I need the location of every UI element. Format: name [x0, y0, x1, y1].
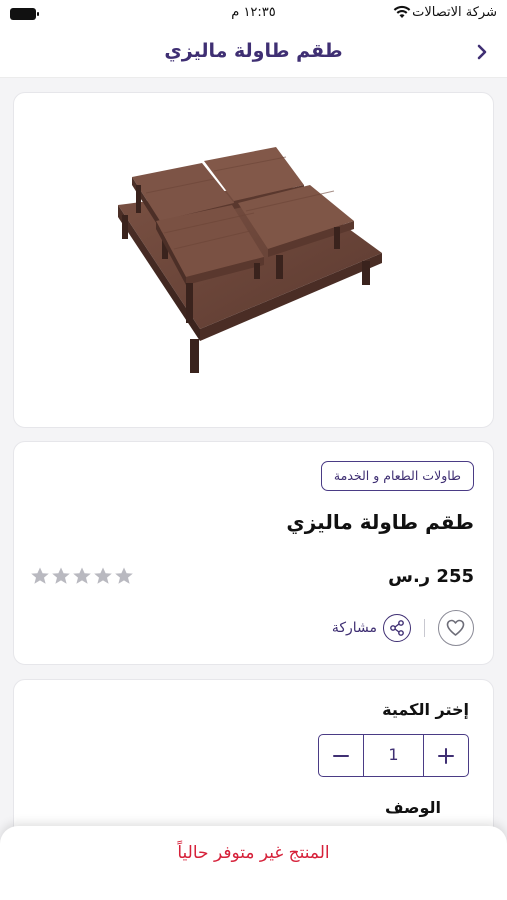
star-icon [115, 567, 133, 584]
share-icon [383, 614, 411, 642]
quantity-value[interactable]: 1 [363, 735, 424, 776]
action-divider [424, 619, 425, 637]
unavailable-message: المنتج غير متوفر حالياً [177, 843, 330, 863]
availability-bar: المنتج غير متوفر حالياً [0, 826, 507, 900]
decrement-button[interactable] [319, 735, 363, 776]
product-price: 255 ر.س [388, 566, 474, 587]
star-icon [31, 567, 49, 584]
share-label: مشاركة [331, 620, 377, 636]
status-time: ١٢:٣٥ م [231, 5, 276, 20]
share-button[interactable]: مشاركة [332, 614, 411, 642]
product-image-card [13, 92, 494, 428]
star-icon [52, 567, 70, 584]
quantity-stepper: 1 [318, 734, 469, 777]
favorite-button[interactable] [438, 610, 474, 646]
increment-button[interactable] [424, 735, 468, 776]
carrier-name: شركة الاتصالات [412, 5, 497, 20]
heart-icon [446, 619, 465, 636]
battery-icon [10, 8, 39, 20]
product-image[interactable] [14, 93, 495, 429]
quantity-label: إختر الكمية [382, 700, 469, 719]
status-bar: ١٢:٣٥ م شركة الاتصالات [0, 0, 507, 28]
rating-stars [30, 566, 134, 586]
description-label: الوصف [384, 798, 441, 817]
minus-icon [333, 754, 349, 757]
nav-bar: طقم طاولة ماليزي [0, 28, 507, 78]
category-chip[interactable]: طاولات الطعام و الخدمة [320, 461, 474, 491]
wifi-icon [393, 4, 411, 24]
star-icon [94, 567, 112, 584]
page-title: طقم طاولة ماليزي [164, 40, 343, 62]
plus-icon [438, 747, 454, 764]
product-name: طقم طاولة ماليزي [286, 510, 474, 534]
star-icon [73, 567, 91, 584]
product-info-card: طاولات الطعام و الخدمة طقم طاولة ماليزي … [13, 441, 494, 665]
